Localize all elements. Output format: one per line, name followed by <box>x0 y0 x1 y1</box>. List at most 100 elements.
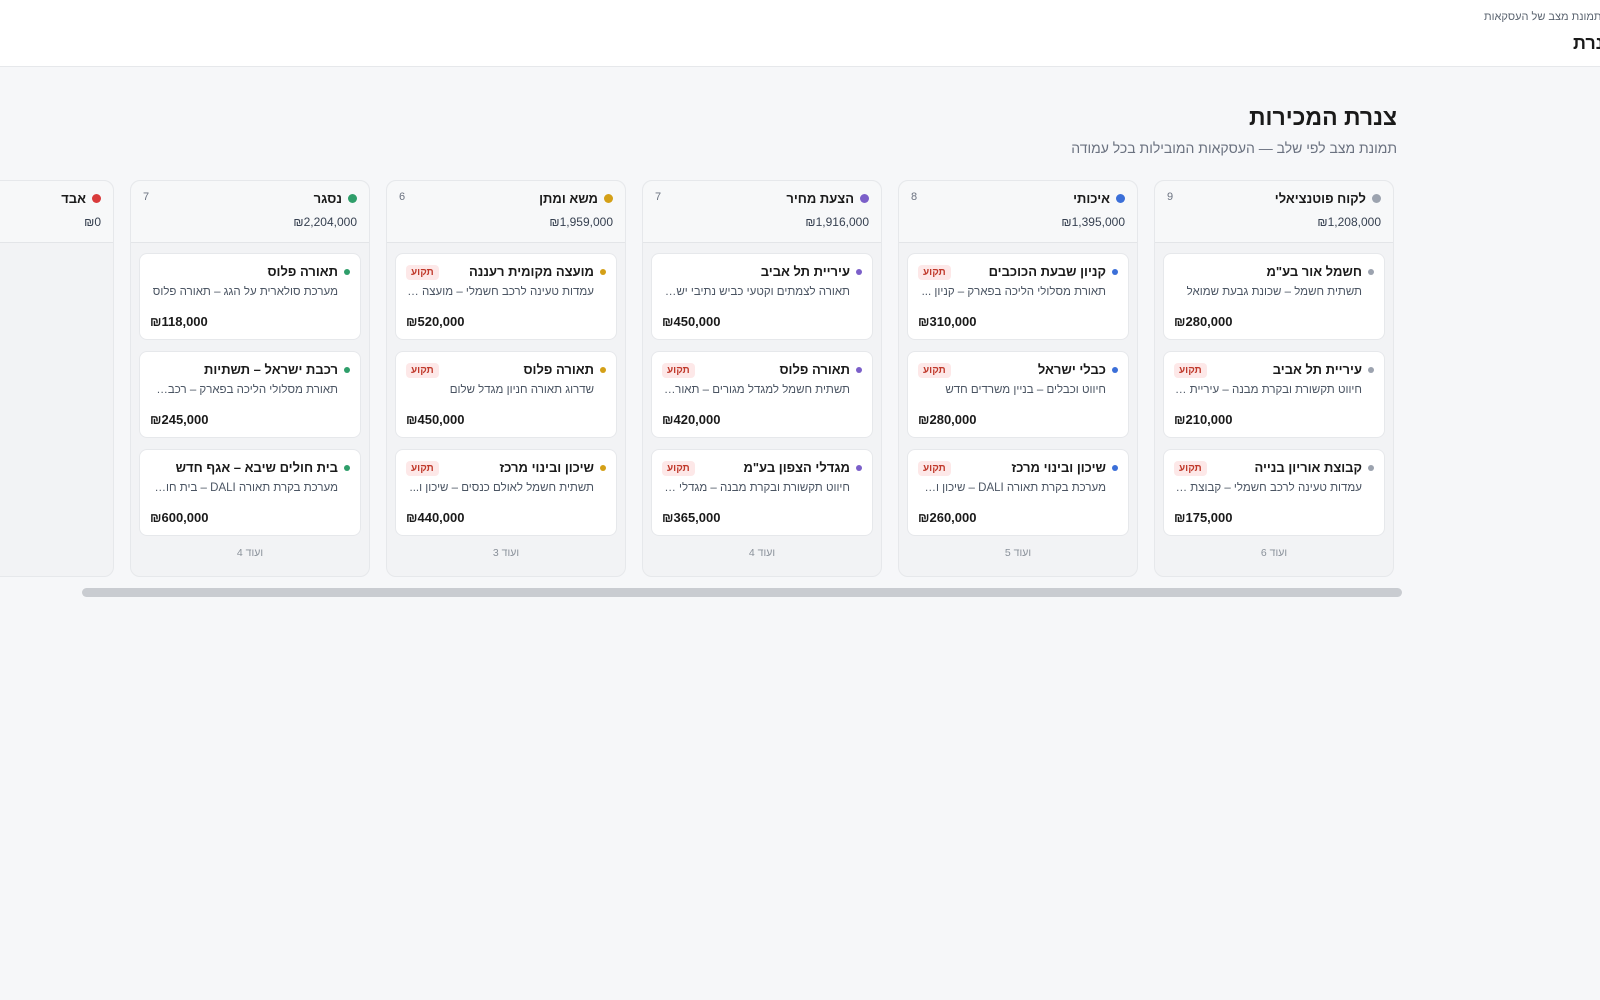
deal-name: מועצה מקומית רעננה <box>468 264 594 279</box>
deal-description: תשתית חשמל למגדל מגורים – תאורה ... <box>662 384 850 396</box>
column-name: לקוח פוטנציאלי <box>1274 191 1366 206</box>
deal-card[interactable]: מגדלי הצפון בע"מ תקוע חיווט תקשורת ובקרת מ… <box>651 449 873 536</box>
deal-value: ₪365,000 <box>662 510 721 525</box>
column-title: איכותי <box>1073 191 1125 206</box>
card-list: עיריית תל אביב תאורה לצמתים וקטעי כביש נת… <box>643 243 881 536</box>
stuck-badge: תקוע <box>662 363 695 378</box>
column-name: נסגר <box>313 191 342 206</box>
pipeline-column: לקוח פוטנציאלי 9 ₪1,208,000 חשמל אור בע"מ תש… <box>1154 180 1394 577</box>
deal-description: מערכת בקרת תאורה DALI – שיכון ובי... <box>918 482 1106 494</box>
column-count: 7 <box>143 191 150 203</box>
deal-description: תאורת מסלולי הליכה בפארק – רכבת י... <box>150 384 338 396</box>
deal-name: תאורה פלוס <box>523 362 594 377</box>
deal-description: מערכת בקרת תאורה DALI – בית חולי... <box>150 482 338 494</box>
column-title: אבד <box>61 191 101 206</box>
deal-description: תשתית חשמל לאולם כנסים – שיכון ו... <box>409 482 594 494</box>
deal-card[interactable]: שיכון ובינוי מרכז תקוע מערכת בקרת תאורה DA… <box>907 449 1129 536</box>
deal-dot-icon <box>1112 366 1118 373</box>
top-bar: תמונת מצב של העסקאות צנרת <box>0 0 1600 67</box>
more-deals-link[interactable]: ועוד 3 <box>387 547 625 559</box>
stuck-badge: תקוע <box>406 265 439 280</box>
deal-card[interactable]: עיריית תל אביב תאורה לצמתים וקטעי כביש נת… <box>651 253 873 340</box>
stage-dot-icon <box>1116 194 1125 203</box>
deal-card[interactable]: בית חולים שיבא – אגף חדש מערכת בקרת תאורה… <box>139 449 361 536</box>
deal-name: שיכון ובינוי מרכז <box>1011 460 1107 475</box>
deal-card[interactable]: קבוצת אוריון בנייה תקוע עמדות טעינה לרכב ח… <box>1163 449 1385 536</box>
deal-card[interactable]: תאורה פלוס מערכת סולארית על הגג – תאורה פ… <box>139 253 361 340</box>
deal-card[interactable]: עיריית תל אביב תקוע חיווט תקשורת ובקרת מבנ… <box>1163 351 1385 438</box>
deal-value: ₪420,000 <box>662 412 721 427</box>
deal-dot-icon <box>600 268 606 275</box>
deal-description: שדרוג תאורה חניון מגדל שלום <box>449 384 594 396</box>
pipeline-column: משא ומתן 6 ₪1,959,000 מועצה מקומית רעננה תקו… <box>386 180 626 577</box>
deal-value: ₪260,000 <box>918 510 977 525</box>
deal-value: ₪600,000 <box>150 510 209 525</box>
deal-card[interactable]: תאורה פלוס תקוע תשתית חשמל למגדל מגורים – … <box>651 351 873 438</box>
deal-description: עמדות טעינה לרכב חשמלי – מועצה מ... <box>406 286 594 298</box>
deal-dot-icon <box>1368 464 1374 471</box>
deal-dot-icon <box>600 464 606 471</box>
deal-name: תאורה פלוס <box>267 264 338 279</box>
deal-dot-icon <box>856 366 862 373</box>
deal-dot-icon <box>1368 366 1374 373</box>
deal-card[interactable]: רכבת ישראל – תשתיות תאורת מסלולי הליכה בפ… <box>139 351 361 438</box>
deal-name: תאורה פלוס <box>779 362 850 377</box>
column-count: 8 <box>911 191 918 203</box>
stuck-badge: תקוע <box>1174 363 1207 378</box>
column-count: 6 <box>399 191 406 203</box>
kanban-board[interactable]: לקוח פוטנציאלי 9 ₪1,208,000 חשמל אור בע"מ תש… <box>0 180 1600 578</box>
column-name: אבד <box>61 191 86 206</box>
deal-name: מגדלי הצפון בע"מ <box>743 460 850 475</box>
deal-dot-icon <box>1368 268 1374 275</box>
deal-card[interactable]: חשמל אור בע"מ תשתית חשמל – שכונת גבעת שמו… <box>1163 253 1385 340</box>
stuck-badge: תקוע <box>918 461 951 476</box>
deal-value: ₪520,000 <box>406 314 465 329</box>
deal-value: ₪210,000 <box>1174 412 1233 427</box>
more-deals-link[interactable]: ועוד 4 <box>131 547 369 559</box>
deal-value: ₪118,000 <box>150 314 208 329</box>
deal-description: חיווט וכבלים – בניין משרדים חדש <box>945 384 1106 396</box>
deal-dot-icon <box>1112 268 1118 275</box>
deal-title: בית חולים שיבא – אגף חדש <box>150 460 350 475</box>
deal-card[interactable]: שיכון ובינוי מרכז תקוע תשתית חשמל לאולם כנ… <box>395 449 617 536</box>
more-deals-link[interactable]: ועוד 5 <box>899 547 1137 559</box>
column-total: ₪2,204,000 <box>293 215 357 229</box>
deal-description: עמדות טעינה לרכב חשמלי – קבוצת א... <box>1174 482 1362 494</box>
deal-value: ₪280,000 <box>918 412 977 427</box>
deal-value: ₪450,000 <box>662 314 721 329</box>
card-list: קניון שבעת הכוכבים תקוע תאורת מסלולי הליכה… <box>899 243 1137 536</box>
deal-card[interactable]: קניון שבעת הכוכבים תקוע תאורת מסלולי הליכה… <box>907 253 1129 340</box>
pipeline-column: איכותי 8 ₪1,395,000 קניון שבעת הכוכבים תקוע ת… <box>898 180 1138 577</box>
deal-title: תאורה פלוס <box>150 264 350 279</box>
deal-card[interactable]: כבלי ישראל תקוע חיווט וכבלים – בניין משרדי… <box>907 351 1129 438</box>
column-title: משא ומתן <box>539 191 613 206</box>
horizontal-scrollbar[interactable] <box>82 588 1402 597</box>
deal-dot-icon <box>856 464 862 471</box>
stuck-badge: תקוע <box>406 363 439 378</box>
stuck-badge: תקוע <box>662 461 695 476</box>
column-name: הצעת מחיר <box>786 191 854 206</box>
stage-dot-icon <box>348 194 357 203</box>
deal-name: רכבת ישראל – תשתיות <box>204 362 338 377</box>
pipeline-column: הצעת מחיר 7 ₪1,916,000 עיריית תל אביב תאורה … <box>642 180 882 577</box>
column-total: ₪1,208,000 <box>1317 215 1381 229</box>
deal-card[interactable]: תאורה פלוס תקוע שדרוג תאורה חניון מגדל שלו… <box>395 351 617 438</box>
deal-name: חשמל אור בע"מ <box>1266 264 1362 279</box>
more-deals-link[interactable]: ועוד 6 <box>1155 547 1393 559</box>
deal-value: ₪310,000 <box>918 314 977 329</box>
deal-description: תאורה לצמתים וקטעי כביש נתיבי ישר... <box>662 286 850 298</box>
deal-value: ₪175,000 <box>1174 510 1233 525</box>
column-title: נסגר <box>314 191 357 206</box>
column-header: משא ומתן 6 ₪1,959,000 <box>387 181 625 243</box>
deal-dot-icon <box>600 366 606 373</box>
deal-title: חשמל אור בע"מ <box>1174 264 1374 279</box>
column-header: אבד ₪0 <box>0 181 113 243</box>
deal-dot-icon <box>344 268 350 275</box>
deal-card[interactable]: מועצה מקומית רעננה תקוע עמדות טעינה לרכב ח… <box>395 253 617 340</box>
deal-name: עיריית תל אביב <box>1272 362 1362 377</box>
deal-description: חיווט תקשורת ובקרת מבנה – עיריית ת... <box>1174 384 1362 396</box>
column-total: ₪1,395,000 <box>1061 215 1125 229</box>
column-header: לקוח פוטנציאלי 9 ₪1,208,000 <box>1155 181 1393 243</box>
more-deals-link[interactable]: ועוד 4 <box>643 547 881 559</box>
stuck-badge: תקוע <box>406 461 439 476</box>
